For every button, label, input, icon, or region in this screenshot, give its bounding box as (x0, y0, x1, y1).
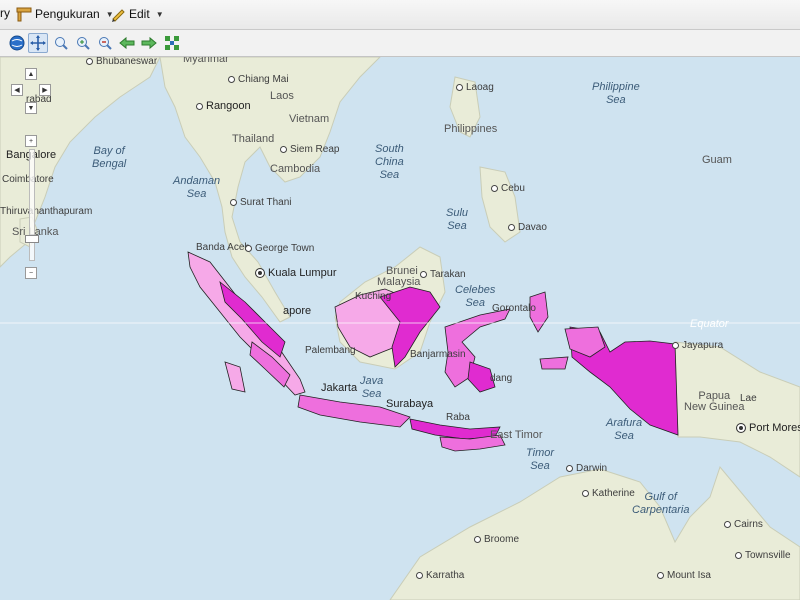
zoom-slider-track[interactable] (29, 149, 35, 261)
pan-icon (30, 35, 46, 51)
country-label-brunei: Brunei (386, 266, 418, 277)
base-map (0, 57, 800, 600)
pan-left-button[interactable]: ◀ (11, 84, 23, 96)
city-cebu: Cebu (491, 184, 525, 194)
sea-label-arafura: Arafura Sea (606, 417, 642, 443)
sea-label-andaman: Andaman Sea (173, 175, 220, 201)
sea-label-gulf-carpentaria: Gulf of Carpentaria (632, 491, 689, 517)
country-label-papua-new-guinea: Papua New Guinea (684, 391, 745, 413)
city-broome: Broome (474, 535, 519, 545)
zoom-slider-handle[interactable] (25, 235, 39, 243)
city-port-moresby: Port Mores (736, 423, 800, 434)
city-raba: Raba (446, 413, 470, 423)
city-gorontalo: Gorontalo (492, 304, 536, 314)
sea-label-south-china: South China Sea (375, 143, 404, 183)
country-label-philippines: Philippines (444, 124, 497, 135)
forward-button[interactable] (139, 33, 159, 53)
pan-down-button[interactable]: ▼ (25, 102, 37, 114)
country-label-laos: Laos (270, 91, 294, 102)
country-label-guam: Guam (702, 155, 732, 166)
city-banda-aceh: Banda Aceh (196, 243, 250, 253)
city-coimbatore: Coimbatore (2, 175, 54, 185)
city-bhubaneswar: Bhubaneswar (86, 57, 157, 67)
city-kuching: Kuching (355, 292, 391, 302)
city-chiang-mai: Chiang Mai (228, 75, 289, 85)
country-label-myanmar: Myanmar (183, 57, 229, 65)
back-button[interactable] (117, 33, 137, 53)
equator-label: Equator (690, 319, 729, 330)
plus-icon: + (29, 138, 33, 145)
pan-right-button[interactable]: ▶ (39, 84, 51, 96)
chevron-left-icon: ◀ (14, 86, 19, 94)
chevron-right-icon: ▶ (42, 86, 47, 94)
city-jakarta: Jakarta (321, 383, 357, 394)
country-label-malaysia: Malaysia (377, 277, 420, 288)
sea-label-timor: Timor Sea (526, 447, 554, 473)
pan-button[interactable] (28, 33, 48, 53)
menu-history[interactable]: ry (0, 6, 10, 20)
menu-edit[interactable]: Edit ▼ (110, 6, 164, 22)
city-lae: Lae (740, 394, 757, 404)
forward-arrow-icon (141, 35, 157, 51)
country-label-vietnam: Vietnam (289, 114, 329, 125)
city-palembang: Palembang (305, 346, 356, 356)
map-canvas[interactable]: Bay of Bengal Andaman Sea South China Se… (0, 57, 800, 600)
zoom-minus-button[interactable]: − (25, 267, 37, 279)
menu-history-label: ry (0, 6, 10, 20)
city-darwin: Darwin (566, 464, 607, 474)
zoom-out-icon (97, 35, 113, 51)
zoom-out-button[interactable] (95, 33, 115, 53)
full-extent-icon (164, 35, 180, 51)
country-label-thailand: Thailand (232, 134, 274, 145)
chevron-down-icon: ▼ (28, 105, 35, 112)
city-cairns: Cairns (724, 520, 763, 530)
menu-pengukuran-label: Pengukuran (35, 7, 100, 21)
sea-label-java: Java Sea (360, 375, 383, 401)
zoom-plus-button[interactable]: + (25, 135, 37, 147)
minus-icon: − (29, 270, 33, 277)
city-george-town: George Town (245, 244, 314, 254)
chevron-up-icon: ▲ (28, 71, 35, 78)
pan-up-button[interactable]: ▲ (25, 68, 37, 80)
sea-label-celebes: Celebes Sea (455, 284, 495, 310)
chevron-down-icon: ▼ (156, 10, 164, 19)
zoom-extent-icon (75, 35, 91, 51)
city-laoag: Laoag (456, 83, 494, 93)
menu-edit-label: Edit (129, 7, 150, 21)
country-label-east-timor: East Timor (490, 430, 543, 441)
pencil-icon (110, 6, 126, 22)
city-singapore: apore (283, 306, 311, 317)
back-arrow-icon (119, 35, 135, 51)
zoom-extent-button[interactable] (73, 33, 93, 53)
city-thiruvananthapuram: Thiruvananthapuram (0, 207, 92, 217)
city-townsville: Townsville (735, 551, 791, 561)
city-makassar: dang (490, 374, 512, 384)
country-label-cambodia: Cambodia (270, 164, 320, 175)
city-banjarmasin: Banjarmasin (410, 350, 466, 360)
city-siem-reap: Siem Reap (280, 145, 339, 155)
zoom-in-button[interactable] (51, 33, 71, 53)
globe-button[interactable] (7, 33, 27, 53)
zoom-in-icon (53, 35, 69, 51)
city-davao: Davao (508, 223, 547, 233)
city-mount-isa: Mount Isa (657, 571, 711, 581)
ruler-icon (16, 6, 32, 22)
menu-pengukuran[interactable]: Pengukuran ▼ (16, 6, 114, 22)
sea-label-bay-of-bengal: Bay of Bengal (92, 145, 126, 171)
city-surat-thani: Surat Thani (230, 198, 292, 208)
city-jayapura: Jayapura (672, 341, 723, 351)
city-rangoon: Rangoon (196, 101, 251, 112)
menu-bar: ry Pengukuran ▼ Edit ▼ (0, 0, 800, 30)
map-toolbar (0, 30, 800, 57)
globe-icon (9, 35, 25, 51)
city-katherine: Katherine (582, 489, 635, 499)
full-extent-button[interactable] (162, 33, 182, 53)
city-kuala-lumpur: Kuala Lumpur (255, 268, 337, 279)
city-surabaya: Surabaya (386, 399, 433, 410)
sea-label-philippine: Philippine Sea (592, 81, 640, 107)
sea-label-sulu: Sulu Sea (446, 207, 468, 233)
city-karratha: Karratha (416, 571, 464, 581)
city-tarakan: Tarakan (420, 270, 466, 280)
